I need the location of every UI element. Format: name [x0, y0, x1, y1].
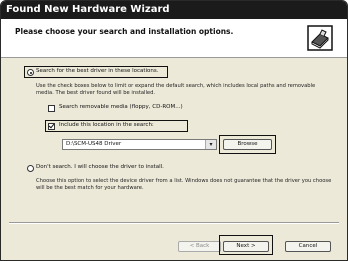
- footer-divider: [9, 222, 339, 224]
- page-heading: Please choose your search and installati…: [15, 27, 234, 36]
- back-button[interactable]: < Back: [178, 241, 221, 252]
- wizard-header: Please choose your search and installati…: [1, 19, 347, 58]
- search-description: Use the check boxes below to limit or ex…: [36, 83, 316, 96]
- next-button[interactable]: Next >: [223, 241, 269, 252]
- window-title: Found New Hardware Wizard: [1, 1, 347, 19]
- location-combobox[interactable]: D:\SCM-US48 Driver ▾: [62, 139, 217, 150]
- removable-media-checkbox[interactable]: [48, 105, 55, 112]
- wizard-window: Found New Hardware Wizard Please choose …: [0, 0, 348, 261]
- wizard-body: Search for the best driver in these loca…: [1, 58, 347, 260]
- cancel-button[interactable]: Cancel: [285, 241, 331, 252]
- include-location-checkbox[interactable]: [48, 123, 55, 130]
- location-value: D:\SCM-US48 Driver: [66, 141, 122, 147]
- removable-media-label[interactable]: Search removable media (floppy, CD-ROM..…: [59, 104, 183, 110]
- dont-search-radio[interactable]: [27, 165, 34, 172]
- hardware-wizard-icon: [307, 25, 333, 51]
- include-location-label[interactable]: Include this location in the search:: [59, 122, 154, 128]
- dont-search-label[interactable]: Don't search. I will choose the driver t…: [36, 164, 164, 170]
- search-radio[interactable]: [27, 69, 34, 76]
- browse-button[interactable]: Browse: [223, 139, 272, 150]
- search-radio-label[interactable]: Search for the best driver in these loca…: [36, 68, 159, 74]
- dont-search-description: Choose this option to select the device …: [36, 178, 332, 191]
- chevron-down-icon[interactable]: ▾: [205, 140, 216, 149]
